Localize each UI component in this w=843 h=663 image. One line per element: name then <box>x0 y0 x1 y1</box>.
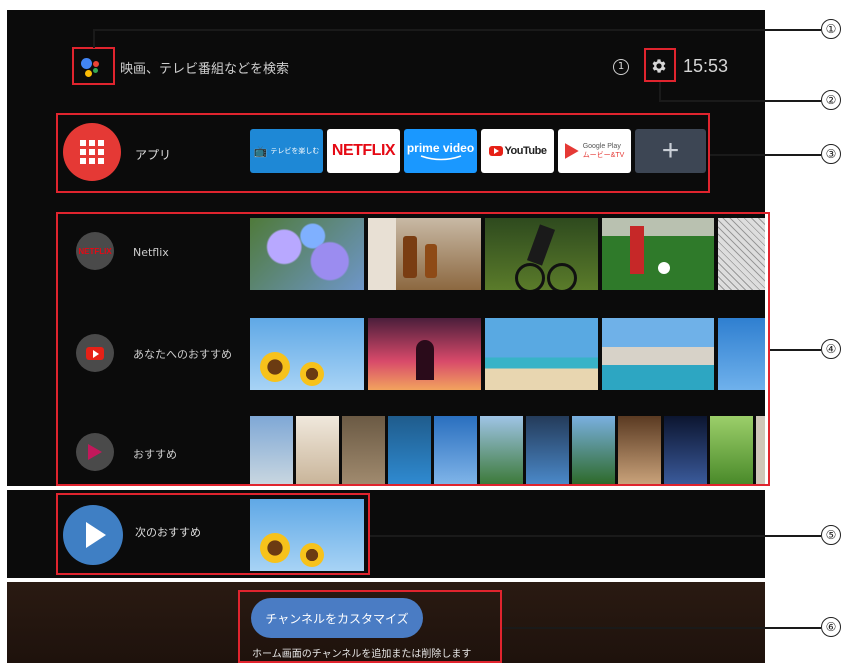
leader-2 <box>659 100 821 102</box>
callout-1: ① <box>821 19 841 39</box>
notification-count: 1 <box>617 61 625 72</box>
notification-badge[interactable]: 1 <box>613 59 629 75</box>
callout-2: ② <box>821 90 841 110</box>
search-placeholder[interactable]: 映画、テレビ番組などを検索 <box>120 58 289 77</box>
leader-1 <box>93 29 821 31</box>
highlight-customize <box>238 590 502 663</box>
leader-5 <box>370 535 821 537</box>
leader-6 <box>502 627 821 629</box>
callout-4: ④ <box>821 339 841 359</box>
highlight-play-next <box>56 493 370 575</box>
highlight-settings <box>644 48 676 82</box>
callout-3: ③ <box>821 144 841 164</box>
clock: 15:53 <box>683 56 729 76</box>
highlight-apps-row <box>56 113 710 193</box>
leader-2-vertical <box>659 82 661 101</box>
highlight-channels <box>56 212 770 486</box>
leader-1-vertical <box>93 29 95 48</box>
leader-3 <box>710 154 821 156</box>
leader-4 <box>770 349 821 351</box>
callout-5: ⑤ <box>821 525 841 545</box>
callout-6: ⑥ <box>821 617 841 637</box>
highlight-assistant <box>72 47 115 85</box>
